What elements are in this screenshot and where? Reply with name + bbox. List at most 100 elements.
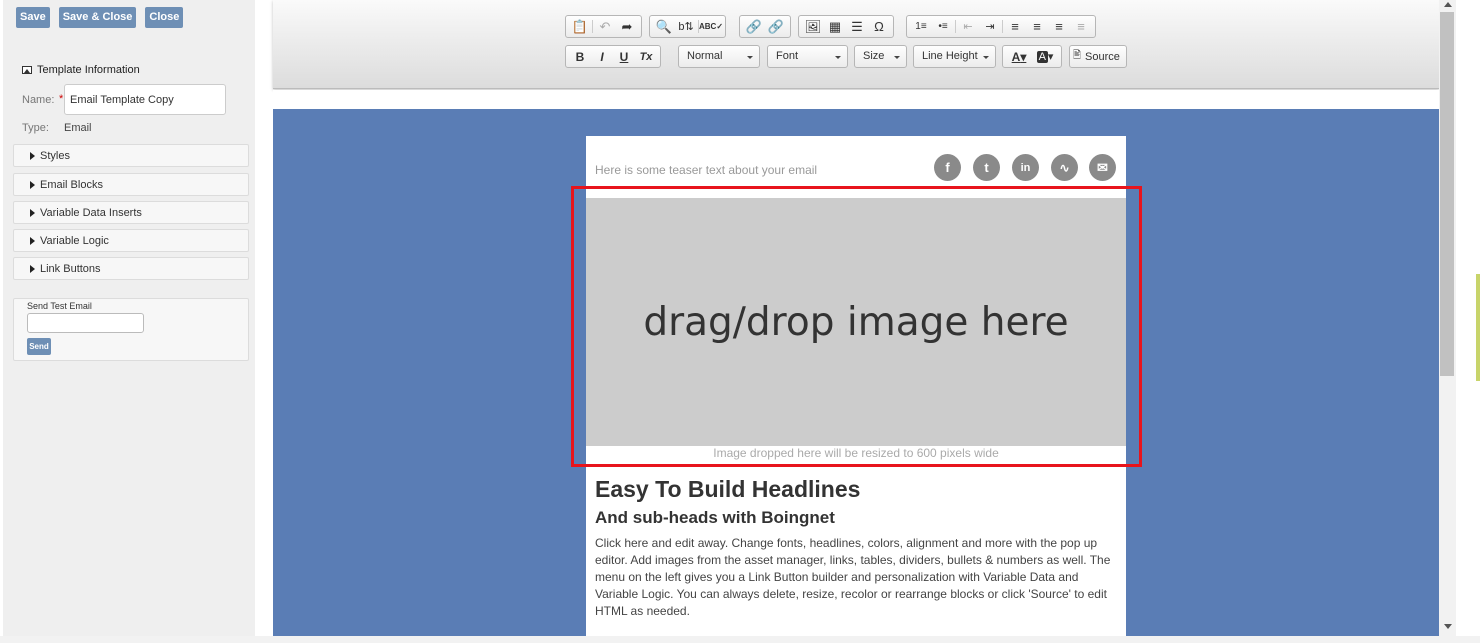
expand-arrow-icon — [30, 208, 35, 217]
unlink-icon[interactable]: 🔗 — [765, 17, 787, 36]
template-name-input[interactable] — [64, 84, 226, 115]
accordion-label: Variable Logic — [40, 234, 109, 247]
paste-icon[interactable]: 📋 — [569, 17, 591, 36]
type-value: Email — [64, 122, 92, 134]
align-left-icon[interactable]: ≡ — [1004, 17, 1026, 36]
expand-arrow-icon — [30, 180, 35, 189]
accordion-label: Variable Data Inserts — [40, 206, 142, 219]
email-canvas: Here is some teaser text about your emai… — [273, 109, 1439, 636]
vertical-scrollbar[interactable] — [1439, 0, 1456, 636]
email-icon[interactable]: ✉ — [1089, 154, 1116, 181]
accordion-styles[interactable]: Styles — [13, 144, 249, 167]
outdent-icon[interactable]: ⇤ — [957, 17, 979, 36]
chevron-down-icon — [983, 56, 989, 59]
required-mark: * — [59, 93, 64, 105]
editor-top-margin — [273, 90, 1439, 109]
action-buttons: Save Save & Close Close — [16, 7, 192, 28]
bulleted-list-icon[interactable]: •≡ — [932, 17, 954, 36]
toolbar-group-paragraph: 1≡ •≡ ⇤ ⇥ ≡ ≡ ≡ ≡ — [906, 15, 1096, 38]
text-color-button[interactable]: A ▾ — [1006, 47, 1032, 66]
underline-button[interactable]: U — [613, 47, 635, 66]
linkedin-icon[interactable]: in — [1012, 154, 1039, 181]
text-color-label: A — [1011, 49, 1021, 64]
scrollbar-thumb[interactable] — [1440, 12, 1454, 376]
font-select[interactable]: Font — [767, 45, 848, 68]
scroll-up-icon[interactable] — [1444, 2, 1452, 7]
email-subhead[interactable]: And sub-heads with Boingnet — [595, 508, 835, 528]
expand-arrow-icon — [30, 236, 35, 245]
bg-color-label: A — [1036, 50, 1048, 63]
source-button[interactable]: 🖹 Source — [1069, 45, 1127, 68]
scroll-down-icon[interactable] — [1444, 624, 1452, 629]
test-email-input[interactable] — [27, 313, 144, 333]
horizontal-line-icon[interactable]: ☰ — [846, 17, 868, 36]
toolbar-separator — [955, 20, 956, 33]
bold-button[interactable]: B — [569, 47, 591, 66]
teaser-text[interactable]: Here is some teaser text about your emai… — [595, 163, 817, 177]
send-button[interactable]: Send — [27, 338, 51, 355]
email-body-text[interactable]: Click here and edit away. Change fonts, … — [595, 535, 1119, 620]
bottom-strip — [0, 636, 1480, 643]
numbered-list-icon[interactable]: 1≡ — [910, 17, 932, 36]
name-label: Name: — [22, 94, 55, 106]
tumblr-icon[interactable]: t — [973, 154, 1000, 181]
spellcheck-icon[interactable]: ABC✓ — [699, 17, 723, 36]
send-test-title: Send Test Email — [27, 301, 92, 311]
replace-icon[interactable]: b⇅ — [675, 17, 697, 36]
table-icon[interactable]: ▦ — [824, 17, 846, 36]
expand-arrow-icon — [30, 264, 35, 273]
accordion-link-buttons[interactable]: Link Buttons — [13, 257, 249, 280]
clear-format-button[interactable]: Tx — [635, 47, 657, 66]
redo-icon[interactable]: ➦ — [616, 17, 638, 36]
justify-icon[interactable]: ≡ — [1070, 17, 1092, 36]
source-icon: 🖹 — [1073, 50, 1082, 61]
size-select[interactable]: Size — [854, 45, 907, 68]
email-headline[interactable]: Easy To Build Headlines — [595, 476, 860, 503]
special-char-icon[interactable]: Ω — [868, 17, 890, 36]
align-right-icon[interactable]: ≡ — [1048, 17, 1070, 36]
align-center-icon[interactable]: ≡ — [1026, 17, 1048, 36]
drop-zone-text: drag/drop image here — [643, 299, 1069, 345]
link-icon[interactable]: 🔗 — [743, 17, 765, 36]
chevron-down-icon — [747, 56, 753, 59]
image-drop-zone[interactable]: drag/drop image here — [586, 198, 1126, 446]
find-icon[interactable]: 🔍 — [653, 17, 675, 36]
chevron-down-icon — [894, 56, 900, 59]
source-label: Source — [1085, 50, 1120, 63]
accordion-email-blocks[interactable]: Email Blocks — [13, 173, 249, 196]
toolbar-group-insert: 🖼 ▦ ☰ Ω — [798, 15, 894, 38]
facebook-icon[interactable]: f — [934, 154, 961, 181]
drop-zone-caption: Image dropped here will be resized to 60… — [713, 446, 999, 460]
line-height-select[interactable]: Line Height — [913, 45, 996, 68]
undo-icon[interactable]: ↶ — [594, 17, 616, 36]
format-select[interactable]: Normal — [678, 45, 760, 68]
expand-arrow-icon — [30, 151, 35, 160]
type-label: Type: — [22, 122, 49, 134]
toolbar-group-colors: A ▾ A ▾ — [1002, 45, 1062, 68]
editor-toolbar: 📋 ↶ ➦ 🔍 b⇅ ABC✓ 🔗 🔗 🖼 ▦ ☰ Ω 1≡ •≡ ⇤ ⇥ ≡ … — [273, 0, 1439, 89]
accordion-label: Styles — [40, 149, 70, 162]
rss-icon[interactable]: ∿ — [1051, 154, 1078, 181]
accordion-variable-logic[interactable]: Variable Logic — [13, 229, 249, 252]
left-sidebar: Save Save & Close Close Template Informa… — [3, 0, 255, 636]
toolbar-group-basic-styles: B I U Tx — [565, 45, 661, 68]
image-icon[interactable]: 🖼 — [802, 17, 824, 36]
format-value: Normal — [687, 50, 723, 62]
background-color-button[interactable]: A ▾ — [1032, 47, 1058, 66]
send-test-panel: Send Test Email Send — [13, 298, 249, 361]
email-body[interactable]: Here is some teaser text about your emai… — [586, 136, 1126, 636]
font-value: Font — [776, 50, 799, 62]
italic-button[interactable]: I — [591, 47, 613, 66]
toolbar-group-clipboard: 📋 ↶ ➦ — [565, 15, 642, 38]
save-button[interactable]: Save — [16, 7, 50, 28]
close-button[interactable]: Close — [145, 7, 184, 28]
accordion-variable-data-inserts[interactable]: Variable Data Inserts — [13, 201, 249, 224]
template-info-title: Template Information — [37, 64, 140, 76]
save-close-button[interactable]: Save & Close — [58, 7, 137, 28]
indent-icon[interactable]: ⇥ — [979, 17, 1001, 36]
line-height-value: Line Height — [922, 50, 978, 62]
size-value: Size — [863, 50, 885, 62]
accordion-label: Email Blocks — [40, 178, 103, 191]
picture-icon — [22, 66, 32, 74]
toolbar-separator — [592, 20, 593, 33]
